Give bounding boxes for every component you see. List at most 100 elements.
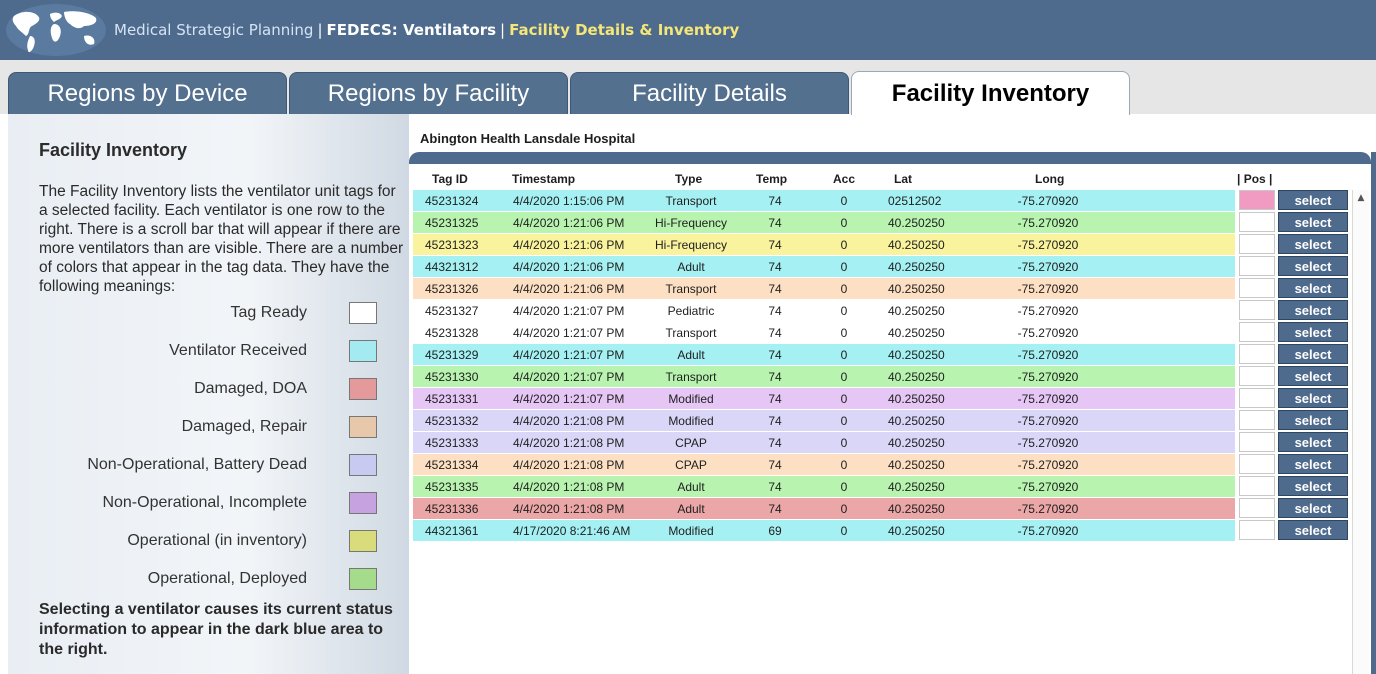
- cell-tag-id: 44321361: [425, 524, 479, 538]
- table-row[interactable]: 45231332 4/4/2020 1:21:08 PM Modified 74 0 40…: [413, 410, 1235, 431]
- cell-lat: 40.250250: [888, 414, 945, 428]
- cell-tag-id: 45231331: [425, 392, 479, 406]
- cell-long: -75.270920: [1017, 392, 1079, 406]
- select-button[interactable]: select: [1278, 366, 1348, 386]
- select-button[interactable]: select: [1278, 322, 1348, 342]
- breadcrumb-app-title: Medical Strategic Planning: [114, 21, 314, 39]
- cell-tag-id: 45231327: [425, 304, 479, 318]
- pos-indicator: [1239, 410, 1275, 430]
- cell-long: -75.270920: [1017, 326, 1079, 340]
- table-row[interactable]: 45231325 4/4/2020 1:21:06 PM Hi-Frequency 7…: [413, 212, 1235, 233]
- cell-tag-id: 45231323: [425, 238, 479, 252]
- cell-timestamp: 4/4/2020 1:21:06 PM: [513, 238, 625, 252]
- cell-long: -75.270920: [1017, 216, 1079, 230]
- cell-lat: 40.250250: [888, 216, 945, 230]
- cell-acc: 0: [840, 238, 848, 252]
- select-button[interactable]: select: [1278, 432, 1348, 452]
- column-header-long: Long: [1035, 172, 1065, 186]
- select-button[interactable]: select: [1278, 234, 1348, 254]
- select-button[interactable]: select: [1278, 278, 1348, 298]
- legend-swatch: [349, 340, 377, 362]
- table-row[interactable]: 45231334 4/4/2020 1:21:08 PM CPAP 74 0 40.250…: [413, 454, 1235, 475]
- legend-label: Damaged, Repair: [181, 418, 307, 435]
- cell-long: -75.270920: [1017, 370, 1079, 384]
- cell-lat: 40.250250: [888, 458, 945, 472]
- help-panel: Facility Inventory The Facility Inventor…: [8, 114, 409, 674]
- table-scrollbar[interactable]: ▲: [1352, 190, 1369, 674]
- table-row[interactable]: 45231335 4/4/2020 1:21:08 PM Adult 74 0 40.25…: [413, 476, 1235, 497]
- cell-acc: 0: [840, 260, 848, 274]
- select-button[interactable]: select: [1278, 344, 1348, 364]
- table-row[interactable]: 45231327 4/4/2020 1:21:07 PM Pediatric 74 0 4…: [413, 300, 1235, 321]
- cell-lat: 40.250250: [888, 304, 945, 318]
- cell-lat: 40.250250: [888, 260, 945, 274]
- cell-acc: 0: [840, 436, 848, 450]
- legend-item: Damaged, DOA: [194, 376, 377, 402]
- breadcrumb-separator: |: [500, 21, 506, 39]
- select-button[interactable]: select: [1278, 300, 1348, 320]
- select-button[interactable]: select: [1278, 454, 1348, 474]
- cell-tag-id: 45231329: [425, 348, 479, 362]
- cell-acc: 0: [840, 458, 848, 472]
- pos-indicator: [1239, 212, 1275, 232]
- pos-indicator: [1239, 300, 1275, 320]
- cell-timestamp: 4/4/2020 1:21:08 PM: [513, 414, 625, 428]
- table-row[interactable]: 45231328 4/4/2020 1:21:07 PM Transport 74 0 4…: [413, 322, 1235, 343]
- cell-long: -75.270920: [1017, 458, 1079, 472]
- table-row[interactable]: 45231336 4/4/2020 1:21:08 PM Adult 74 0 40.25…: [413, 498, 1235, 519]
- table-row[interactable]: 44321361 4/17/2020 8:21:46 AM Modified 69 0 4…: [413, 520, 1235, 541]
- cell-long: -75.270920: [1017, 436, 1079, 450]
- tab-regions-by-facility[interactable]: Regions by Facility: [289, 72, 568, 114]
- table-row[interactable]: 45231330 4/4/2020 1:21:07 PM Transport 74 0 4…: [413, 366, 1235, 387]
- table-row[interactable]: 45231323 4/4/2020 1:21:06 PM Hi-Frequency 7…: [413, 234, 1235, 255]
- cell-long: -75.270920: [1017, 238, 1079, 252]
- cell-acc: 0: [840, 414, 848, 428]
- select-button[interactable]: select: [1278, 410, 1348, 430]
- scroll-up-arrow-icon[interactable]: ▲: [1353, 190, 1369, 206]
- select-button[interactable]: select: [1278, 256, 1348, 276]
- facility-name: Abington Health Lansdale Hospital: [420, 131, 636, 146]
- column-header-pos: | Pos |: [1237, 172, 1273, 186]
- select-button[interactable]: select: [1278, 212, 1348, 232]
- legend-label: Tag Ready: [230, 304, 308, 321]
- cell-timestamp: 4/4/2020 1:21:06 PM: [513, 216, 625, 230]
- table-row[interactable]: 45231333 4/4/2020 1:21:08 PM CPAP 74 0 40.250…: [413, 432, 1235, 453]
- legend-label: Damaged, DOA: [194, 380, 307, 397]
- help-panel-description: The Facility Inventory lists the ventila…: [39, 183, 404, 295]
- legend-label: Operational (in inventory): [127, 532, 307, 549]
- cell-timestamp: 4/4/2020 1:21:08 PM: [513, 458, 625, 472]
- table-row[interactable]: 45231326 4/4/2020 1:21:06 PM Transport 74 0 4…: [413, 278, 1235, 299]
- cell-acc: 0: [840, 216, 848, 230]
- legend-item: Non-Operational, Battery Dead: [87, 452, 377, 478]
- pos-indicator: [1239, 322, 1275, 342]
- cell-lat: 40.250250: [888, 502, 945, 516]
- table-row[interactable]: 45231329 4/4/2020 1:21:07 PM Adult 74 0 40.25…: [413, 344, 1235, 365]
- help-panel-title: Facility Inventory: [39, 140, 188, 160]
- tab-facility-details[interactable]: Facility Details: [570, 72, 849, 114]
- pos-indicator: [1239, 520, 1275, 540]
- select-button[interactable]: select: [1278, 476, 1348, 496]
- column-header-temp: Temp: [756, 172, 788, 186]
- table-top-bar: [409, 152, 1371, 164]
- inventory-table: Tag ID Timestamp Type Temp Acc Lat Long …: [409, 152, 1371, 674]
- cell-acc: 0: [840, 348, 848, 362]
- cell-timestamp: 4/4/2020 1:21:07 PM: [513, 326, 625, 340]
- select-button[interactable]: select: [1278, 388, 1348, 408]
- pos-indicator: [1239, 234, 1275, 254]
- column-header-type: Type: [675, 172, 703, 186]
- select-button[interactable]: select: [1278, 520, 1348, 540]
- table-row[interactable]: 45231331 4/4/2020 1:21:07 PM Modified 74 0 40…: [413, 388, 1235, 409]
- cell-lat: 40.250250: [888, 348, 945, 362]
- table-row[interactable]: 45231324 4/4/2020 1:15:06 PM Transport 74 0 0…: [413, 190, 1235, 211]
- pos-indicator: [1239, 256, 1275, 276]
- tab-regions-by-device[interactable]: Regions by Device: [8, 72, 287, 114]
- cell-acc: 0: [840, 370, 848, 384]
- select-button[interactable]: select: [1278, 190, 1348, 210]
- tab-facility-inventory[interactable]: Facility Inventory: [851, 71, 1130, 115]
- table-row[interactable]: 44321312 4/4/2020 1:21:06 PM Adult 74 0 40.25…: [413, 256, 1235, 277]
- breadcrumb-section: FEDECS: Ventilators: [326, 21, 497, 39]
- cell-tag-id: 44321312: [425, 260, 479, 274]
- cell-timestamp: 4/4/2020 1:21:07 PM: [513, 304, 625, 318]
- legend-swatch: [349, 416, 377, 438]
- select-button[interactable]: select: [1278, 498, 1348, 518]
